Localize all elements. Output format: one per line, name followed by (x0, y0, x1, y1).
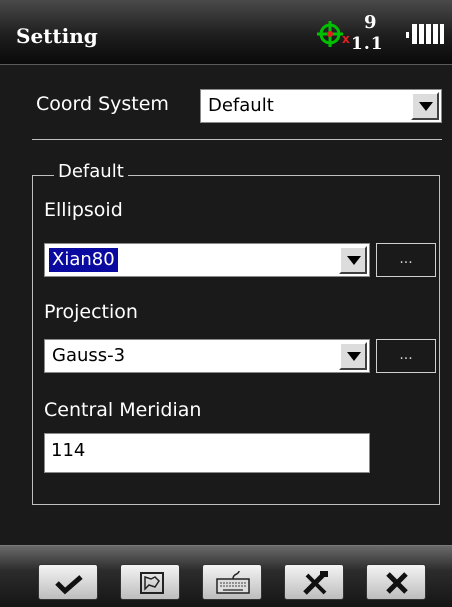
ellipsoid-label: Ellipsoid (44, 199, 123, 221)
coord-system-label: Coord System (36, 93, 169, 115)
projection-more-button[interactable]: ... (376, 339, 436, 373)
map-button[interactable] (120, 564, 180, 600)
projection-value: Gauss-3 (52, 345, 126, 366)
map-icon (140, 572, 164, 594)
bottom-toolbar (0, 545, 452, 607)
coord-system-value: Default (208, 95, 274, 116)
group-title: Default (54, 161, 128, 182)
coord-system-dropdown[interactable]: Default (200, 89, 442, 123)
gps-crosshair-icon (317, 21, 343, 47)
central-meridian-label: Central Meridian (44, 399, 202, 421)
chevron-down-icon[interactable] (411, 92, 439, 120)
pdop-value: 1.1 (351, 34, 384, 54)
settings-form: Coord System Default Default Ellipsoid X… (0, 65, 452, 545)
central-meridian-input[interactable]: 114 (44, 433, 370, 473)
keyboard-icon (216, 570, 250, 594)
tools-icon (303, 571, 328, 595)
divider (32, 139, 442, 140)
ellipsoid-more-button[interactable]: ... (376, 243, 436, 277)
title-bar: Setting x 9 1.1 (0, 0, 452, 65)
projection-label: Projection (44, 301, 138, 323)
chevron-down-icon[interactable] (339, 246, 367, 274)
close-button[interactable] (366, 564, 426, 600)
chevron-down-icon[interactable] (339, 342, 367, 370)
ok-button[interactable] (38, 564, 98, 600)
signal-bars-icon (406, 24, 444, 44)
ok-check-icon (55, 575, 83, 595)
satellite-count: 9 (364, 12, 377, 33)
ellipsoid-value: Xian80 (48, 247, 119, 273)
fix-status-mark: x (342, 32, 350, 46)
tools-button[interactable] (284, 564, 344, 600)
ellipsoid-dropdown[interactable]: Xian80 (44, 243, 370, 277)
keyboard-button[interactable] (202, 564, 262, 600)
projection-dropdown[interactable]: Gauss-3 (44, 339, 370, 373)
close-icon (386, 572, 408, 594)
page-title: Setting (16, 24, 98, 48)
